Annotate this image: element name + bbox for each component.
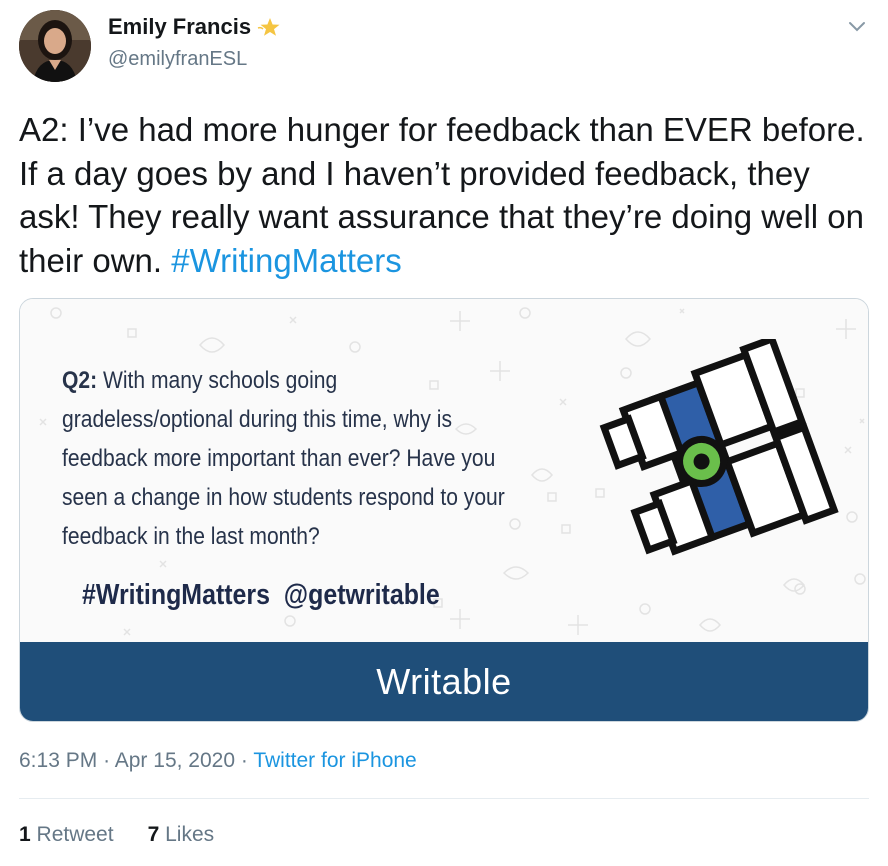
tweet-body: A2: I’ve had more hunger for feedback th… <box>19 111 865 279</box>
author-handle[interactable]: @emilyfranESL <box>108 48 247 71</box>
media-card[interactable]: Q2: With many schools going gradeless/op… <box>19 298 869 722</box>
card-hashtag: #WritingMatters <box>82 579 271 611</box>
meta-separator-2: · <box>240 749 248 772</box>
card-image: Q2: With many schools going gradeless/op… <box>20 299 868 642</box>
meta-separator: · <box>103 749 111 772</box>
likes-count: 7 <box>147 823 160 846</box>
divider <box>19 798 869 799</box>
avatar[interactable] <box>19 10 91 82</box>
card-mention: @getwritable <box>283 579 440 611</box>
star-emoji-icon <box>257 18 280 36</box>
tweet-meta: 6:13 PM · Apr 15, 2020 · Twitter for iPh… <box>19 749 417 773</box>
author-name[interactable]: Emily Francis <box>108 14 283 40</box>
tweet-time[interactable]: 6:13 PM <box>19 749 97 772</box>
tweet-text: A2: I’ve had more hunger for feedback th… <box>19 108 869 282</box>
binoculars-icon <box>599 339 839 556</box>
author-name-text: Emily Francis <box>108 14 252 39</box>
tweet-date[interactable]: Apr 15, 2020 <box>115 749 235 772</box>
retweets-count: 1 <box>19 823 31 846</box>
tweet-stats: 1 Retweet 7 Likes <box>19 823 214 847</box>
card-tags: #WritingMatters @getwritable <box>82 579 440 612</box>
retweets-stat[interactable]: 1 Retweet <box>19 823 114 847</box>
writable-logo: Writable <box>376 660 512 702</box>
tweet-hashtag-link[interactable]: #WritingMatters <box>171 242 401 279</box>
question-text: With many schools going gradeless/option… <box>62 367 505 550</box>
likes-stat[interactable]: 7 Likes <box>148 823 215 847</box>
card-brand-bar: Writable <box>20 642 868 721</box>
chevron-down-icon[interactable] <box>848 20 866 34</box>
question-label: Q2: <box>62 367 98 394</box>
card-question: Q2: With many schools going gradeless/op… <box>62 361 509 556</box>
tweet-source-link[interactable]: Twitter for iPhone <box>253 749 416 772</box>
retweets-label: Retweet <box>36 823 114 846</box>
likes-label: Likes <box>165 823 215 846</box>
